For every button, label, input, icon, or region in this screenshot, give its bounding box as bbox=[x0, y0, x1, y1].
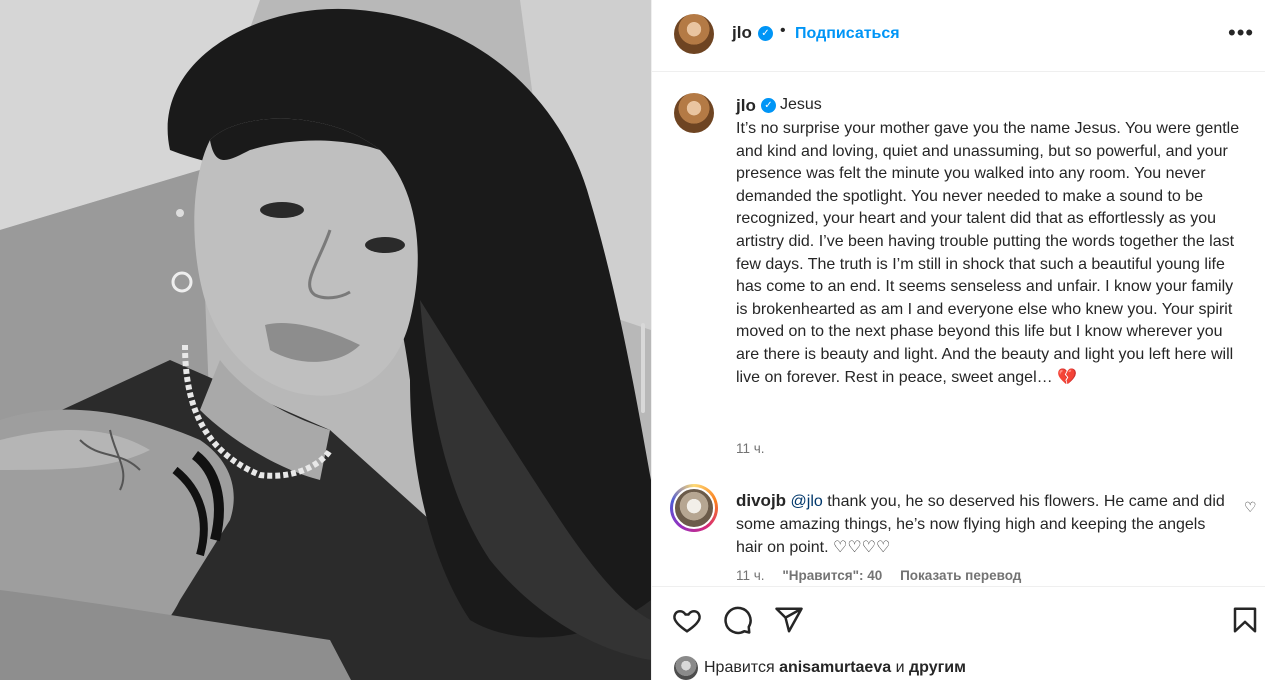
caption-heading: Jesus bbox=[780, 96, 822, 113]
action-bar: Нравится anisamurtaeva и другим bbox=[652, 586, 1265, 680]
comment-icon[interactable] bbox=[723, 605, 753, 635]
show-translation-link[interactable]: Показать перевод bbox=[900, 568, 1021, 583]
comment-like-heart-icon[interactable]: ♡ bbox=[1244, 499, 1257, 516]
likes-conjunction: и bbox=[895, 659, 905, 676]
verified-badge-icon: ✓ bbox=[761, 98, 776, 113]
post-photo[interactable] bbox=[0, 0, 651, 680]
liker-username[interactable]: anisamurtaeva bbox=[779, 659, 891, 676]
liker-avatar[interactable] bbox=[674, 656, 698, 680]
share-icon[interactable] bbox=[774, 605, 804, 635]
verified-badge-icon: ✓ bbox=[758, 26, 773, 41]
author-avatar[interactable] bbox=[674, 14, 714, 54]
broken-heart-icon: 💔 bbox=[1057, 368, 1077, 386]
likes-summary: Нравится anisamurtaeva и другим bbox=[704, 659, 966, 677]
follow-button[interactable]: Подписаться bbox=[795, 25, 900, 43]
comment-meta: 11 ч. "Нравится": 40 Показать перевод bbox=[736, 568, 1035, 583]
caption-author-username[interactable]: jlo bbox=[736, 96, 756, 116]
comment-timestamp[interactable]: 11 ч. bbox=[736, 568, 765, 583]
likes-others-link[interactable]: другим bbox=[909, 659, 966, 676]
post-header: jlo ✓ • Подписаться ••• bbox=[652, 0, 1265, 72]
likes-prefix: Нравится bbox=[704, 659, 775, 676]
comment-mention[interactable]: @jlo bbox=[791, 493, 823, 510]
comment-likes-count[interactable]: "Нравится": 40 bbox=[782, 568, 882, 583]
caption-author-avatar[interactable] bbox=[674, 93, 714, 133]
caption-text: It’s no surprise your mother gave you th… bbox=[736, 118, 1246, 389]
author-username[interactable]: jlo bbox=[732, 23, 752, 43]
more-options-icon[interactable]: ••• bbox=[1228, 20, 1254, 46]
portrait-image bbox=[0, 0, 651, 680]
scrollbar-thumb[interactable] bbox=[641, 323, 645, 413]
comment-body: divojb @jlo thank you, he so deserved hi… bbox=[736, 489, 1226, 559]
bookmark-icon[interactable] bbox=[1230, 605, 1260, 635]
commenter-avatar[interactable] bbox=[673, 487, 715, 529]
commenter-username[interactable]: divojb bbox=[736, 491, 786, 510]
post-details-panel: jlo ✓ • Подписаться ••• jlo ✓ Jesus It’s… bbox=[651, 0, 1265, 680]
caption-body: It’s no surprise your mother gave you th… bbox=[736, 120, 1240, 386]
heart-icon[interactable] bbox=[672, 605, 702, 635]
comment-hearts: ♡♡♡♡ bbox=[832, 539, 891, 556]
separator-dot: • bbox=[780, 22, 786, 39]
caption-timestamp[interactable]: 11 ч. bbox=[736, 441, 765, 456]
